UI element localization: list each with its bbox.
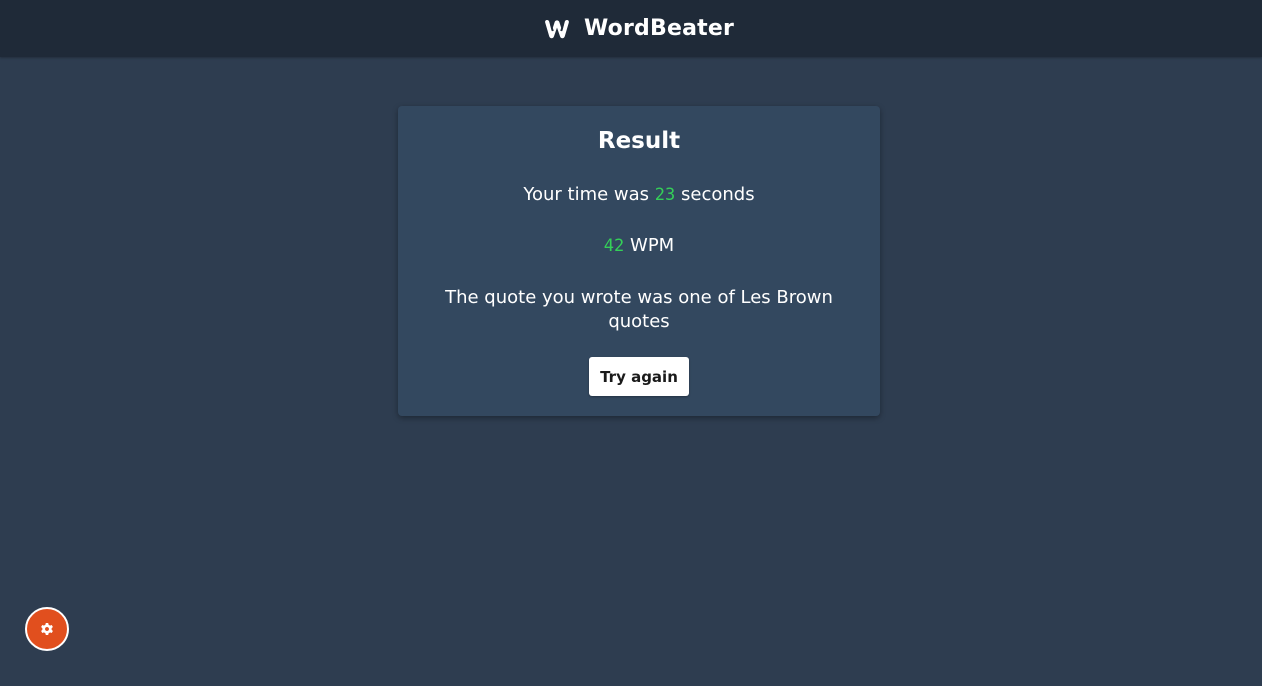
wpm-label: WPM (630, 235, 675, 256)
time-prefix: Your time was (523, 184, 650, 205)
w-logo-icon (545, 19, 569, 38)
time-line: Your time was 23 seconds (398, 183, 880, 207)
time-value: 23 (654, 185, 676, 205)
quote-line-1: The quote you wrote was one of Les Brown (445, 287, 833, 308)
wpm-line: 42 WPM (398, 234, 880, 258)
quote-line-2: quotes (608, 311, 670, 332)
wpm-value: 42 (603, 236, 625, 256)
settings-button[interactable] (25, 607, 69, 651)
quote-author-text: The quote you wrote was one of Les Brown… (398, 286, 880, 334)
result-title: Result (597, 128, 681, 154)
try-again-button[interactable]: Try again (589, 357, 689, 396)
gear-icon (41, 623, 53, 635)
app-title: WordBeater (583, 16, 735, 41)
top-navbar: WordBeater (0, 0, 1262, 57)
time-suffix: seconds (681, 184, 755, 205)
brand[interactable]: WordBeater (544, 16, 734, 41)
